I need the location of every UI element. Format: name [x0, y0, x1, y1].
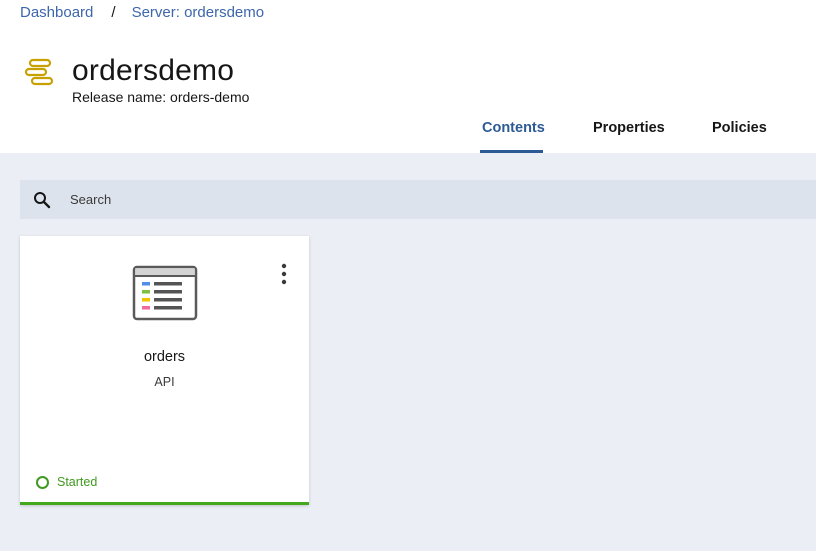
status-indicator: Started	[36, 475, 97, 489]
breadcrumb-dashboard-link[interactable]: Dashboard	[20, 4, 93, 21]
search-icon	[34, 192, 51, 209]
api-card[interactable]: orders API Started	[20, 236, 309, 505]
search-input[interactable]	[70, 180, 770, 219]
search-bar	[20, 180, 816, 219]
status-text: Started	[57, 475, 98, 489]
breadcrumb-separator: /	[111, 4, 116, 21]
breadcrumb-server-link[interactable]: Server: ordersdemo	[132, 4, 265, 21]
breadcrumb: Dashboard / Server: ordersdemo	[20, 4, 264, 21]
status-circle-icon	[36, 475, 49, 489]
page-header: Dashboard / Server: ordersdemo ordersdem…	[0, 0, 816, 153]
api-document-icon	[132, 265, 198, 321]
release-name-subtitle: Release name: orders-demo	[72, 89, 250, 105]
page-title: ordersdemo	[72, 54, 235, 87]
tab-bar: Contents Properties Policies	[0, 120, 816, 154]
server-icon	[24, 58, 54, 86]
card-type: API	[154, 375, 175, 389]
overflow-menu-icon[interactable]	[278, 262, 290, 286]
card-name: orders	[143, 349, 186, 365]
tab-contents[interactable]: Contents	[482, 120, 545, 153]
tab-policies[interactable]: Policies	[712, 120, 767, 153]
content-area: orders API Started	[0, 153, 816, 551]
tab-properties[interactable]: Properties	[593, 120, 665, 153]
